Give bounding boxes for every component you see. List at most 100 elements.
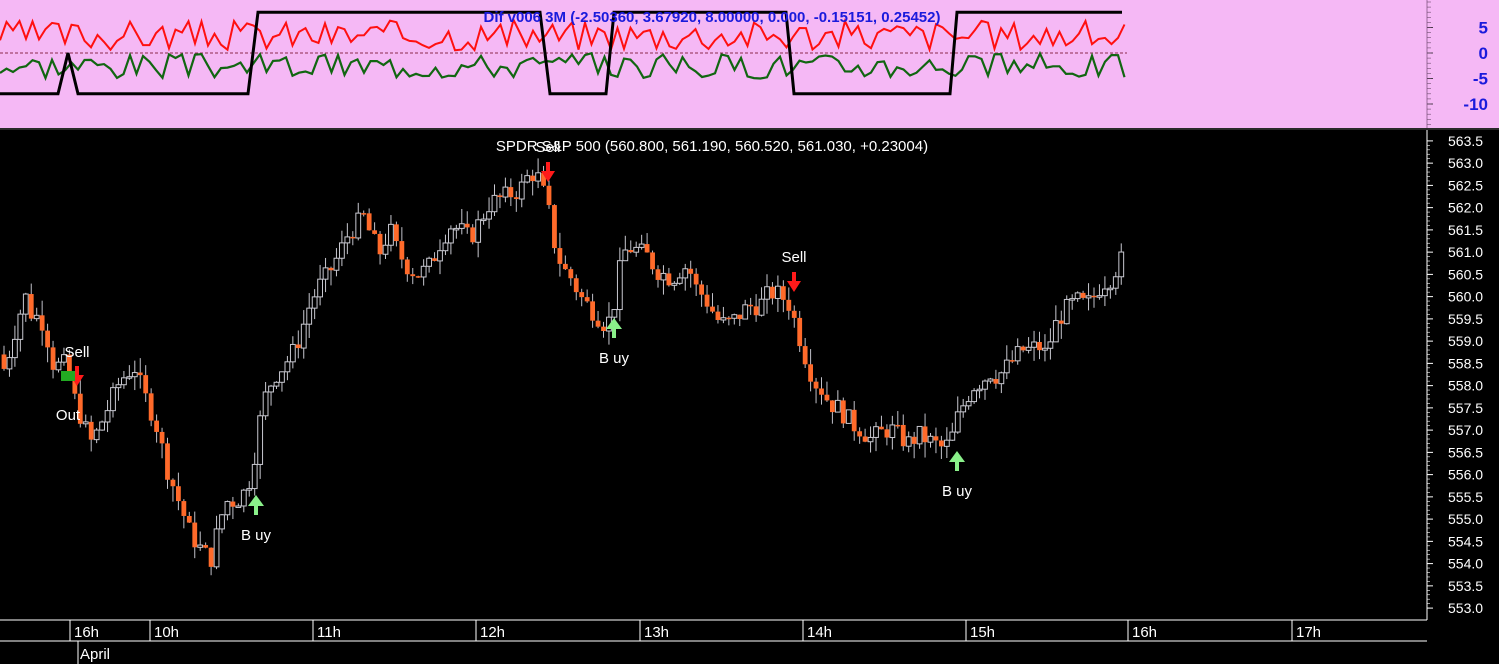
candle-down (601, 326, 606, 332)
candle-up (1085, 295, 1092, 299)
candle-up (426, 257, 433, 267)
buy-signal-label: B uy (241, 527, 272, 544)
candle-up (982, 380, 988, 390)
candle-up (442, 242, 449, 252)
candle-up (300, 323, 307, 349)
candle-up (616, 260, 623, 311)
candle-up (213, 528, 220, 568)
candle-down (208, 547, 214, 567)
candle-down (579, 292, 585, 298)
sell-arrow-shaft (75, 366, 79, 376)
candle-up (1063, 298, 1070, 325)
candle-down (192, 522, 198, 548)
candle-down (628, 250, 634, 253)
candle-down (840, 400, 846, 424)
candle-down (176, 486, 181, 502)
sell-arrow-shaft (792, 272, 796, 282)
candle-up (219, 514, 225, 530)
candle-down (328, 267, 334, 271)
candle-down (410, 274, 416, 277)
candle-down (530, 175, 536, 182)
candle-up (268, 385, 274, 393)
candle-up (960, 405, 967, 413)
price-tick-label: 558.5 (1448, 355, 1483, 371)
candle-up (764, 286, 770, 300)
candle-up (1096, 295, 1103, 298)
price-tick-label: 560.5 (1448, 266, 1483, 282)
candle-up (971, 390, 978, 403)
candle-up (518, 181, 525, 200)
candle-up (1069, 298, 1076, 301)
price-y-axis: 563.5 563.0 562.5 562.0 561.5 561.0 560.5 560.0… (1427, 133, 1483, 616)
candle-down (879, 426, 884, 430)
candle-down (137, 372, 143, 376)
candle-up (1047, 341, 1054, 349)
candle-down (230, 501, 236, 507)
candle-down (88, 421, 94, 440)
candle-down (688, 268, 694, 274)
candle-down (432, 258, 437, 261)
candle-up (273, 381, 280, 387)
candle-down (573, 278, 579, 293)
candle-up (638, 243, 645, 248)
candle-down (922, 426, 928, 443)
candle-up (1031, 341, 1037, 348)
candle-up (943, 439, 950, 447)
sell-signal-label: Sell (64, 344, 89, 361)
price-tick-label: 556.0 (1448, 467, 1483, 483)
candle-down (748, 304, 754, 307)
candle-up (916, 425, 923, 445)
candle-down (1, 354, 7, 369)
price-tick-label: 557.5 (1448, 400, 1483, 416)
candle-down (780, 286, 786, 300)
indicator-tick-label: 5 (1479, 19, 1488, 38)
candle-down (28, 294, 34, 319)
buy-signal-label: B uy (599, 350, 630, 367)
candle-down (513, 197, 519, 200)
candle-down (546, 185, 552, 206)
candle-up (1107, 287, 1114, 291)
candle-down (470, 227, 476, 243)
candle-up (987, 378, 994, 382)
sell-arrow-shaft (546, 162, 550, 172)
candle-up (246, 488, 253, 491)
sell-signal-label: Sell (781, 249, 806, 266)
candle-up (660, 272, 667, 281)
out-signal-label: Out (56, 407, 81, 424)
candle-up (131, 372, 138, 378)
time-ticks: 16h 10h 11h 12h 13h 14h 15h 16h 17h (69, 620, 1321, 641)
candle-up (1074, 292, 1081, 300)
price-tick-label: 560.0 (1448, 289, 1483, 305)
candle-up (12, 338, 18, 359)
candle-down (148, 393, 154, 421)
candle-down (170, 479, 176, 487)
candle-down (851, 409, 857, 432)
candle-up (251, 463, 258, 490)
candle-up (731, 314, 738, 319)
candle-down (862, 436, 868, 442)
price-panel: 563.5 563.0 562.5 562.0 561.5 561.0 560.5 560.0… (1, 130, 1483, 620)
candle-up (110, 387, 116, 412)
candle-up (33, 314, 40, 320)
candle-down (802, 346, 808, 365)
candle-down (655, 269, 661, 280)
candle-up (758, 298, 765, 316)
candle-up (927, 435, 934, 443)
candle-up (1118, 251, 1125, 278)
candle-up (262, 391, 269, 417)
candle-up (284, 361, 291, 373)
candle-down (399, 241, 405, 260)
price-tick-label: 561.5 (1448, 222, 1483, 238)
candle-down (39, 315, 45, 331)
candle-up (311, 296, 318, 309)
buy-arrow-icon (248, 495, 264, 506)
candle-up (240, 489, 247, 507)
indicator-panel: 5 0 -5 -10 Dif v006 3M (-2.50360, 3.67920, … (0, 0, 1499, 128)
price-tick-label: 555.5 (1448, 489, 1483, 505)
price-tick-label: 557.0 (1448, 422, 1483, 438)
candle-up (965, 401, 972, 407)
candle-up (126, 376, 133, 379)
candle-down (552, 205, 557, 249)
candle-down (186, 515, 192, 523)
candle-up (622, 249, 629, 262)
